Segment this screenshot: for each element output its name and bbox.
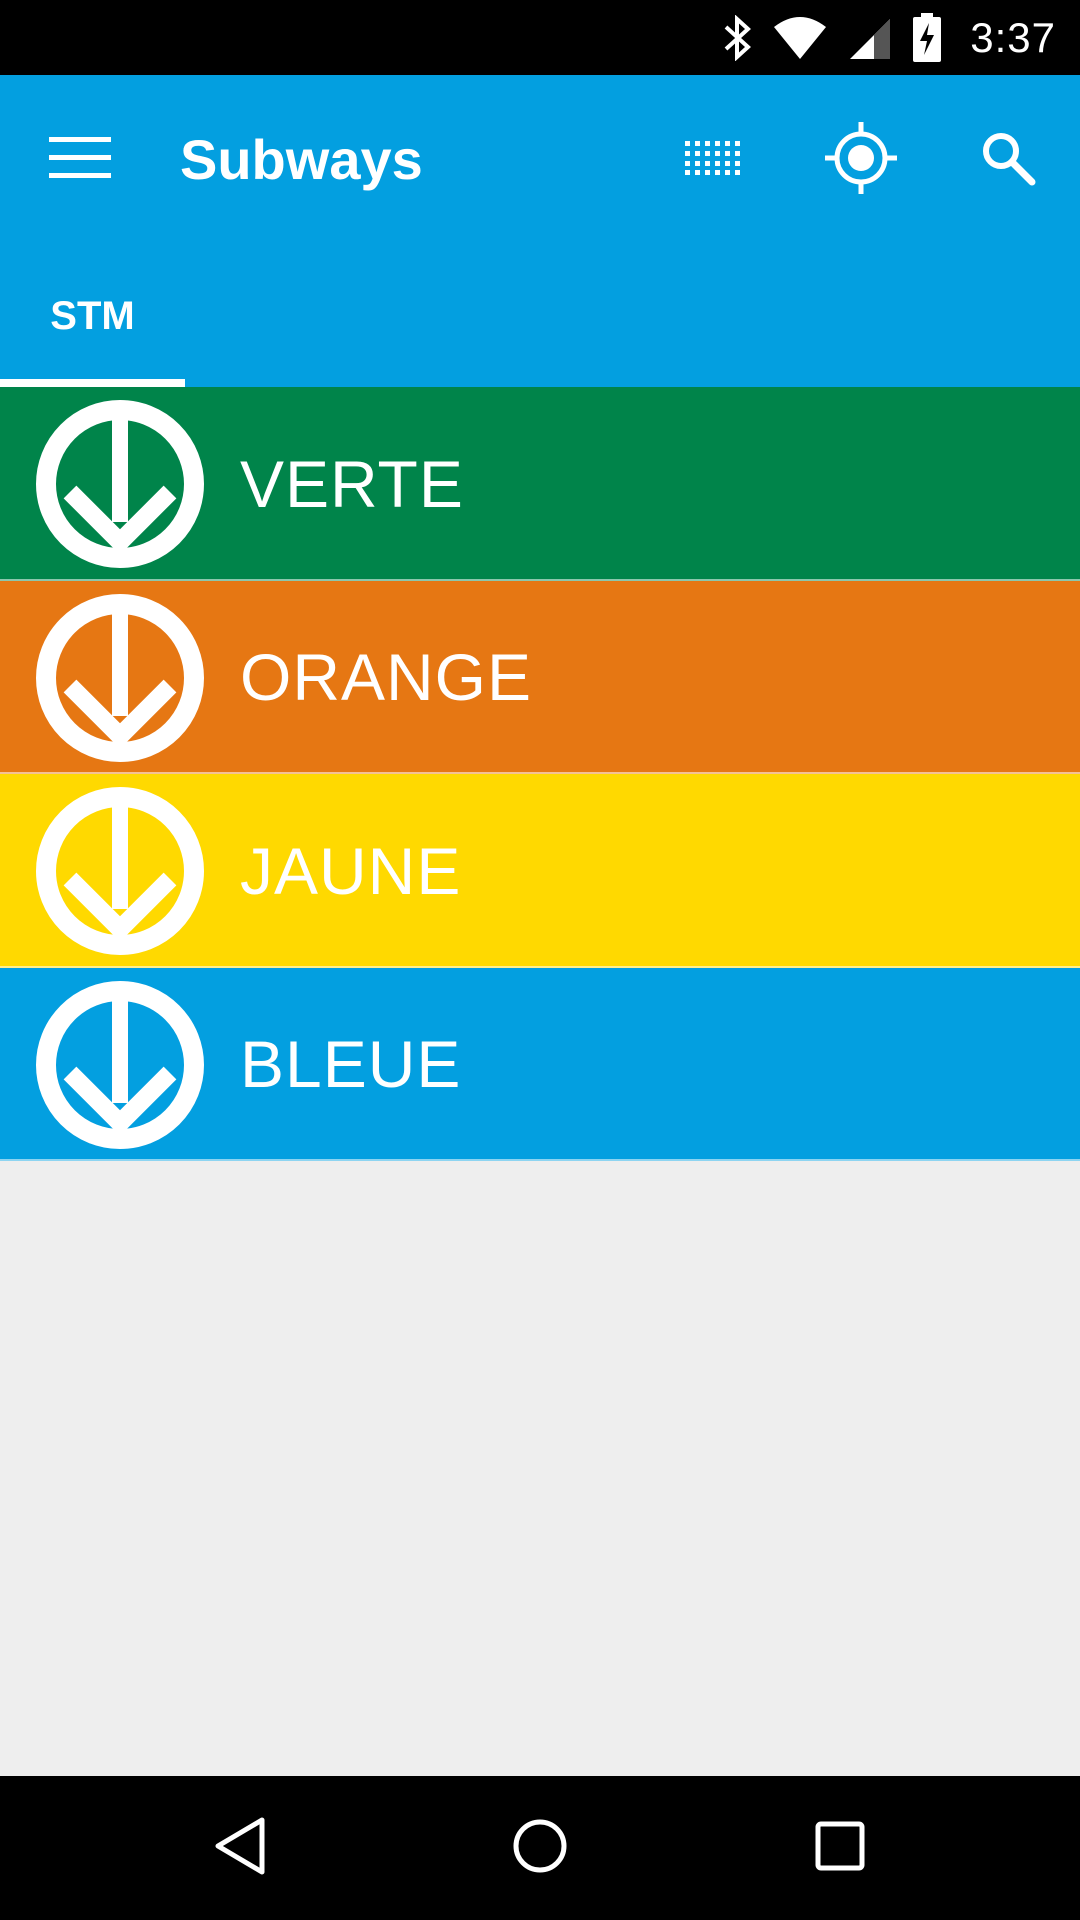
status-time: 3:37 — [970, 13, 1056, 61]
grid-icon — [685, 140, 743, 180]
metro-logo-icon — [36, 980, 204, 1149]
metro-logo-icon — [36, 787, 204, 955]
line-name: VERTE — [240, 446, 464, 521]
app-title: Subways — [180, 128, 423, 191]
line-row-bleue[interactable]: BLEUE — [0, 967, 1080, 1161]
grid-view-button[interactable] — [674, 120, 754, 200]
home-button[interactable] — [490, 1798, 590, 1898]
recents-icon — [815, 1821, 865, 1876]
back-button[interactable] — [190, 1798, 290, 1898]
search-icon — [980, 130, 1036, 191]
tab-indicator — [0, 379, 185, 387]
wifi-icon — [772, 15, 828, 61]
hamburger-menu-icon — [49, 136, 111, 184]
back-icon — [212, 1816, 268, 1881]
home-icon — [512, 1818, 568, 1879]
status-icons: 3:37 — [722, 0, 1056, 75]
my-location-icon — [825, 121, 897, 199]
recents-button[interactable] — [790, 1798, 890, 1898]
metro-logo-icon — [36, 400, 204, 568]
bluetooth-icon — [722, 14, 752, 61]
line-name: ORANGE — [240, 640, 533, 714]
metro-logo-icon — [36, 593, 204, 762]
battery-charging-icon — [912, 12, 942, 63]
line-row-orange[interactable]: ORANGE — [0, 580, 1080, 774]
line-row-verte[interactable]: VERTE — [0, 387, 1080, 581]
line-row-jaune[interactable]: JAUNE — [0, 774, 1080, 968]
tab-bar: STM — [0, 245, 1080, 387]
search-button[interactable] — [968, 120, 1048, 200]
toolbar: Subways — [0, 75, 1080, 245]
app-bar: Subways STM — [0, 75, 1080, 387]
line-name: JAUNE — [240, 833, 462, 908]
tab-stm[interactable]: STM — [0, 245, 185, 387]
tab-label: STM — [50, 293, 135, 338]
menu-button[interactable] — [40, 120, 120, 200]
subway-line-list: VERTE ORANGE JAUNE BLEUE — [0, 387, 1080, 1161]
status-bar: 3:37 — [0, 0, 1080, 75]
navigation-bar — [0, 1776, 1080, 1920]
cell-signal-icon — [848, 15, 892, 61]
my-location-button[interactable] — [821, 120, 901, 200]
line-name: BLEUE — [240, 1027, 462, 1101]
